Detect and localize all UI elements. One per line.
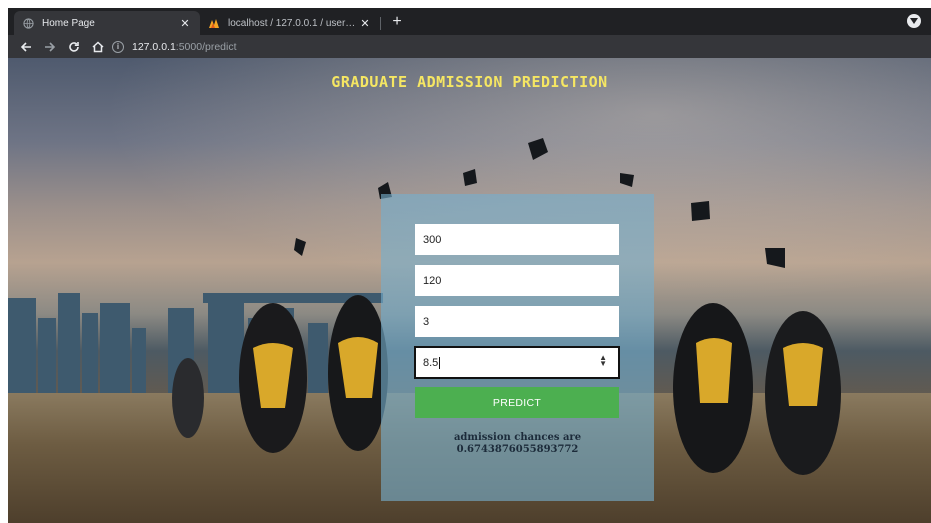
- tab-title: Home Page: [42, 17, 95, 29]
- result-value: 0.6743876055893772: [456, 444, 579, 455]
- forward-button[interactable]: [40, 37, 60, 56]
- tab-strip: Home Page ✕ localhost / 127.0.0.1 / user…: [8, 8, 931, 35]
- info-icon[interactable]: i: [112, 40, 124, 53]
- toefl-score-input[interactable]: 120: [415, 265, 619, 296]
- profile-menu-icon[interactable]: [907, 14, 921, 28]
- url-path: :5000/predict: [175, 40, 237, 53]
- gre-score-input[interactable]: 300: [415, 224, 619, 255]
- result-label: admission chances are: [453, 432, 582, 443]
- tab-title: localhost / 127.0.0.1 / userdb / st: [228, 17, 358, 29]
- new-tab-button[interactable]: +: [386, 12, 408, 32]
- home-icon: [92, 40, 104, 52]
- university-rating-input[interactable]: 3: [415, 306, 619, 337]
- phpmyadmin-icon: [208, 17, 220, 29]
- address-bar[interactable]: i 127.0.0.1:5000/predict: [112, 37, 922, 56]
- prediction-form-card: 300 120 3 8.5 ▲ ▼ PREDICT admission chanc…: [381, 194, 654, 501]
- browser-toolbar: i 127.0.0.1:5000/predict: [8, 35, 931, 58]
- spinner-arrows-icon[interactable]: ▲ ▼: [599, 354, 607, 368]
- arrow-right-icon: [45, 41, 56, 52]
- reload-button[interactable]: [64, 37, 84, 56]
- arrow-left-icon: [20, 41, 31, 52]
- tab-phpmyadmin[interactable]: localhost / 127.0.0.1 / userdb / st ✕: [200, 11, 380, 35]
- input-value: 8.5: [423, 356, 439, 369]
- back-button[interactable]: [16, 37, 36, 56]
- close-tab-icon[interactable]: ✕: [358, 17, 372, 30]
- input-value: 300: [423, 233, 442, 246]
- cgpa-input[interactable]: 8.5 ▲ ▼: [414, 346, 620, 379]
- text-caret: [439, 356, 441, 369]
- input-value: 3: [423, 315, 430, 328]
- predict-button[interactable]: PREDICT: [415, 387, 619, 418]
- close-tab-icon[interactable]: ✕: [178, 17, 192, 30]
- browser-window: Home Page ✕ localhost / 127.0.0.1 / user…: [8, 8, 931, 523]
- globe-icon: [22, 17, 34, 29]
- url-host: 127.0.0.1: [132, 40, 176, 53]
- tab-separator: [380, 17, 381, 30]
- home-button[interactable]: [88, 37, 108, 56]
- page-title: GRADUATE ADMISSION PREDICTION: [331, 73, 608, 91]
- prediction-result: admission chances are 0.6743876055893772: [381, 432, 654, 456]
- tab-home-page[interactable]: Home Page ✕: [14, 11, 200, 35]
- reload-icon: [69, 41, 79, 52]
- input-value: 120: [423, 274, 442, 287]
- page-viewport: GRADUATE ADMISSION PREDICTION 300 120 3 …: [8, 58, 931, 523]
